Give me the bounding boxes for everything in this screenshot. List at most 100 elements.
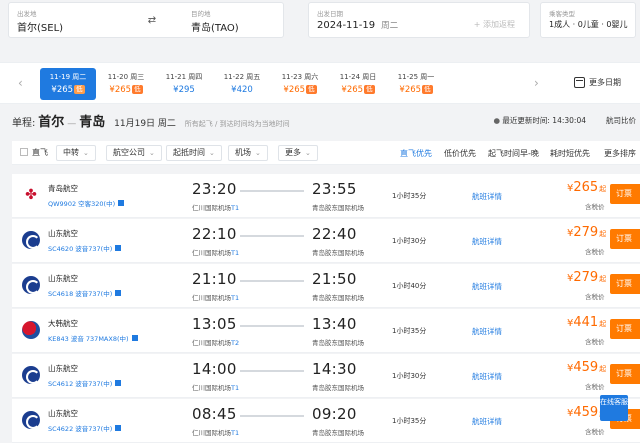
share-icon [115,290,122,296]
flight-line [240,325,304,327]
airline-logo-icon [22,366,40,384]
tax-included-label: 含税价 [585,293,605,301]
flight-detail-link[interactable]: 航班详情 [472,416,502,427]
date-option[interactable]: 11-19 周二 ¥265 低 [40,68,96,100]
filter-airline[interactable]: 航空公司 ⌄ [106,145,162,161]
calendar-icon [574,77,585,88]
passenger-value[interactable]: 1成人 · 0儿童 · 0婴儿 [549,19,628,30]
flight-number[interactable]: SC4622 波音737(中) [48,423,122,433]
route-header: 单程: 首尔 — 青岛 11月19日 周二 所有起飞 / 到达时间均为当地时间 ● … [12,111,640,131]
flight-number[interactable]: SC4618 波音737(中) [48,288,122,298]
date-option[interactable]: 11-22 周五 ¥420 [214,68,270,100]
local-time-note: 所有起飞 / 到达时间均为当地时间 [184,120,290,128]
next-date-arrow[interactable]: › [534,76,539,90]
arrival-time: 13:40 [312,315,357,333]
departure-airport: 仁川国际机场T2 [192,339,240,347]
flight-detail-link[interactable]: 航班详情 [472,326,502,337]
book-button[interactable]: 订票 [610,229,640,249]
arrival-time: 22:40 [312,225,357,243]
date-option[interactable]: 11-24 周日 ¥265 低 [330,68,386,100]
low-price-badge: 低 [74,85,85,94]
departure-time: 22:10 [192,225,237,243]
flight-row[interactable]: 山东航空 SC4618 波音737(中) 21:10 仁川国际机场T1 21:50 青岛胶… [12,264,640,308]
flight-detail-link[interactable]: 航班详情 [472,281,502,292]
date-field[interactable]: 出发日期 2024-11-19 周二 + 添加返程 [308,2,530,38]
flight-line [240,190,304,192]
add-return-button[interactable]: + 添加返程 [474,19,515,30]
arrival-time: 09:20 [312,405,357,423]
online-service-button[interactable]: 在线客服 [600,395,628,421]
date-option[interactable]: 11-21 周四 ¥295 [156,68,212,100]
to-value[interactable]: 青岛(TAO) [191,19,239,34]
share-icon [118,200,125,206]
flight-row[interactable]: 山东航空 SC4622 波音737(中) 08:45 仁川国际机场T1 09:20 青岛胶… [12,399,640,443]
route-field[interactable]: 出发地 首尔(SEL) ⇄ 目的地 青岛(TAO) [8,2,284,38]
to-city: 青岛 [79,115,106,130]
departure-time: 13:05 [192,315,237,333]
low-price-badge: 低 [422,85,433,94]
tax-included-label: 含税价 [585,248,605,256]
sort-shortest[interactable]: 耗时短优先 [550,148,590,159]
flight-number[interactable]: QW9902 空客320(中) [48,198,125,208]
flight-price: ¥265起 [567,180,607,195]
date-value[interactable]: 2024-11-19 周二 [317,19,398,31]
date-option-price: ¥265 低 [51,85,85,95]
departure-airport: 仁川国际机场T1 [192,429,240,437]
airline-compare-link[interactable]: 航司比价 [606,115,636,126]
date-label: 出发日期 [317,10,343,18]
chevron-down-icon: ⌄ [83,149,89,157]
prev-date-arrow[interactable]: ‹ [18,76,23,90]
trip-type: 单程: [12,118,36,129]
sort-more[interactable]: 更多排序 [604,148,636,159]
flight-detail-link[interactable]: 航班详情 [472,191,502,202]
flight-number[interactable]: KE843 波音 737MAX8(中) [48,333,138,343]
arrival-airport: 青岛胶东国际机场 [312,249,364,257]
departure-time: 23:20 [192,180,237,198]
swap-icon[interactable]: ⇄ [145,15,159,29]
filter-more[interactable]: 更多 ⌄ [278,145,318,161]
flight-row[interactable]: 山东航空 SC4620 波音737(中) 22:10 仁川国际机场T1 22:40 青岛胶… [12,219,640,263]
flight-price: ¥279起 [567,270,607,285]
flight-detail-link[interactable]: 航班详情 [472,371,502,382]
flight-row[interactable]: ✤ 青岛航空 QW9902 空客320(中) 23:20 仁川国际机场T1 23:55 青岛… [12,174,640,218]
date-option-date: 11-21 周四 [165,73,203,81]
date-strip: ‹ 11-19 周二 ¥265 低 11-20 周三 ¥265 低 11-21 周四 ¥295… [0,62,640,104]
book-button[interactable]: 订票 [610,184,640,204]
sort-departure-time[interactable]: 起飞时间早-晚 [488,148,539,159]
departure-time: 14:00 [192,360,237,378]
more-dates-button[interactable]: 更多日期 [574,77,621,88]
book-button[interactable]: 订票 [610,274,640,294]
direct-only-checkbox[interactable]: 直飞 [20,147,48,158]
flight-detail-link[interactable]: 航班详情 [472,236,502,247]
flight-duration: 1小时35分 [392,327,427,335]
from-value[interactable]: 首尔(SEL) [17,19,63,34]
date-option-price: ¥420 [231,85,253,95]
date-option[interactable]: 11-20 周三 ¥265 低 [98,68,154,100]
sort-direct-first[interactable]: 直飞优先 [400,148,432,159]
flight-row[interactable]: 大韩航空 KE843 波音 737MAX8(中) 13:05 仁川国际机场T2 13:4… [12,309,640,353]
arrival-airport: 青岛胶东国际机场 [312,204,364,212]
departure-airport: 仁川国际机场T1 [192,384,240,392]
filter-time[interactable]: 起抵时间 ⌄ [166,145,222,161]
flight-number[interactable]: SC4612 波音737(中) [48,378,122,388]
departure-airport: 仁川国际机场T1 [192,294,240,302]
chevron-down-icon: ⌄ [149,149,155,157]
date-option[interactable]: 11-25 周一 ¥265 低 [388,68,444,100]
flight-row[interactable]: 山东航空 SC4612 波音737(中) 14:00 仁川国际机场T1 14:30 青岛胶… [12,354,640,398]
flight-line [240,280,304,282]
passenger-field[interactable]: 乘客类型 1成人 · 0儿童 · 0婴儿 [540,2,636,38]
sort-low-price[interactable]: 低价优先 [444,148,476,159]
filter-transfer[interactable]: 中转 ⌄ [56,145,96,161]
book-button[interactable]: 订票 [610,364,640,384]
arrival-time: 14:30 [312,360,357,378]
from-label: 出发地 [17,10,37,18]
airline-logo-icon: ✤ [22,186,40,204]
flight-duration: 1小时35分 [392,417,427,425]
passenger-label: 乘客类型 [549,10,575,18]
airline-name: 山东航空 [48,274,78,283]
date-option-price: ¥265 低 [283,85,317,95]
flight-number[interactable]: SC4620 波音737(中) [48,243,122,253]
filter-airport[interactable]: 机场 ⌄ [228,145,268,161]
date-option[interactable]: 11-23 周六 ¥265 低 [272,68,328,100]
book-button[interactable]: 订票 [610,319,640,339]
